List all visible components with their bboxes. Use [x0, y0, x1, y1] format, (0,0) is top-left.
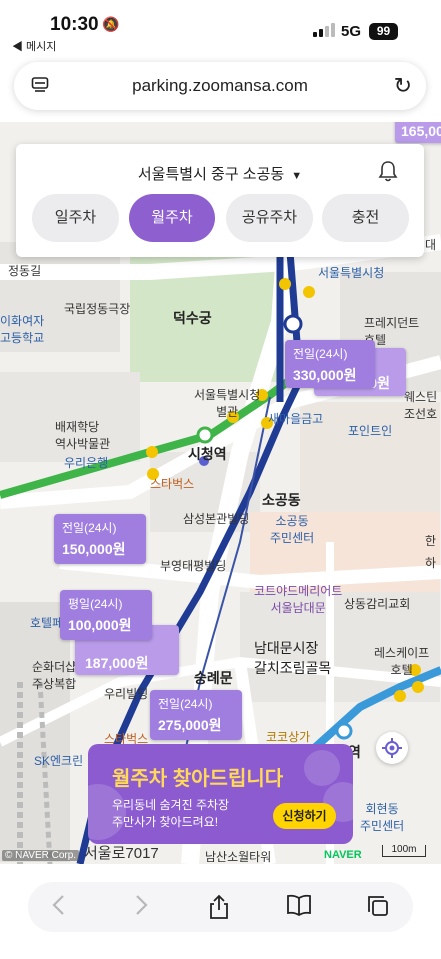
map-label: 숭례문 — [194, 670, 233, 686]
banner-subtitle-line: 주만사가 찾아드려요! — [112, 815, 219, 829]
back-to-app-link[interactable]: ◀ 메시지 — [12, 38, 56, 54]
map-label: 삼성본관빌딩 — [183, 512, 250, 526]
bookmarks-icon[interactable] — [286, 894, 312, 922]
browser-toolbar — [0, 864, 441, 959]
naver-logo: NAVER — [324, 849, 362, 861]
price-tag-period: 평일(24시) — [68, 597, 123, 611]
share-icon[interactable] — [208, 894, 230, 926]
tab-monthly-parking[interactable]: 월주차 — [129, 194, 215, 242]
browser-address-area: parking.zoomansa.com ↻ — [0, 56, 441, 122]
clock: 10:30 — [50, 14, 99, 35]
price-tag-price: 330,000원 — [293, 367, 357, 383]
map-label: SK엔크린 — [34, 754, 84, 768]
map-label: 우리빌딩 — [104, 687, 149, 701]
map-label: 레스케이프 호텔 — [374, 646, 430, 677]
map-label: 이화여자 고등학교 — [0, 314, 45, 345]
map-label: 대 — [425, 238, 437, 252]
map-label: 정동길 — [8, 264, 42, 278]
promo-banner[interactable]: 월주차 찾아드립니다 우리동네 숨겨진 주차장 주만사가 찾아드려요! 신청하기 — [88, 744, 353, 844]
map-label: 스타벅스 — [150, 477, 195, 491]
price-tag-corner[interactable]: 165,00 — [395, 122, 441, 143]
map-label: 우리은행 — [64, 456, 109, 470]
map-label: 국립정동극장 — [64, 302, 131, 316]
url-text: parking.zoomansa.com — [132, 76, 308, 95]
map-label: 상동감리교회 — [344, 597, 411, 611]
status-bar: 10:30 🔕 ◀ 메시지 5G 99 — [0, 0, 441, 56]
tab-daily-parking[interactable]: 일주차 — [32, 194, 119, 242]
price-tag-price: 275,000원 — [158, 717, 222, 733]
location-label: 서울특별시 중구 소공동 — [137, 166, 285, 183]
price-tag[interactable]: 전일(24시) 150,000원 — [54, 514, 146, 564]
battery-icon: 99 — [369, 23, 398, 40]
map-label: 배재학당 역사박물관 — [55, 420, 111, 451]
map-label: 시청역 — [188, 446, 227, 462]
caret-down-icon: ▼ — [291, 170, 303, 182]
tabs-icon[interactable] — [366, 894, 390, 924]
map-label: 덕수궁 — [173, 310, 212, 326]
map-label: 한 — [425, 534, 437, 548]
back-icon[interactable] — [51, 894, 67, 922]
decor-circle — [304, 750, 340, 786]
map-label: 소공동 — [262, 492, 301, 508]
reload-icon[interactable]: ↻ — [394, 73, 412, 99]
crosshair-icon — [382, 738, 402, 758]
map-label: 남산소월타워 — [205, 850, 272, 864]
map-scale: 100m — [382, 845, 426, 857]
price-tag[interactable]: 전일(24시) 275,000원 — [150, 690, 242, 740]
map-copyright: © NAVER Corp. — [2, 850, 80, 861]
my-location-button[interactable] — [376, 732, 408, 764]
map-label: 코코상가 — [266, 730, 311, 744]
price-tag-price: 187,000원 — [85, 655, 149, 671]
price-tag-period: 전일(24시) — [158, 697, 213, 711]
tab-shared-parking[interactable]: 공유주차 — [226, 194, 313, 242]
map-label: 서울특별시청 — [318, 266, 385, 280]
map-label: 포인트인 — [348, 424, 393, 438]
price-tag-price: 150,000원 — [62, 541, 126, 557]
price-tag[interactable]: 평일(24시) 100,000원 — [60, 590, 152, 640]
banner-subtitle-line: 우리동네 숨겨진 주차장 — [112, 798, 230, 812]
price-tag-period: 전일(24시) — [62, 521, 117, 535]
map-label: 서울특별시청 별관 — [194, 388, 261, 419]
map-label: 회현동 주민센터 — [360, 802, 405, 833]
tab-ev-charging[interactable]: 충전 — [322, 194, 409, 242]
apply-button[interactable]: 신청하기 — [273, 803, 336, 829]
banner-title: 월주차 찾아드립니다 — [112, 768, 284, 790]
map-label: 웨스틴 조선호 — [404, 390, 438, 421]
network-label: 5G — [341, 23, 362, 40]
price-tag[interactable]: 전일(24시) 330,000원 — [285, 340, 375, 388]
map-label: 새마을금고 — [268, 412, 324, 426]
banner-subtitle: 우리동네 숨겨진 주차장 주만사가 찾아드려요! — [112, 797, 229, 831]
map-label: 소공동 주민센터 — [270, 514, 315, 545]
forward-icon[interactable] — [133, 894, 149, 922]
address-bar[interactable]: parking.zoomansa.com ↻ — [14, 62, 426, 110]
map-label: 부영태평빌딩 — [160, 559, 227, 573]
location-selector[interactable]: 서울특별시 중구 소공동 ▼ — [16, 163, 424, 184]
filter-card: 서울특별시 중구 소공동 ▼ 일주차 월주차 공유주차 충전 — [16, 144, 424, 257]
map-label: 순화더샵 주상복합 — [32, 660, 77, 691]
price-tag-period: 전일(24시) — [293, 347, 348, 361]
bell-icon[interactable] — [378, 160, 398, 187]
map-label: 하 — [425, 556, 437, 570]
price-tag-price: 100,000원 — [68, 617, 132, 633]
signal-icon — [313, 23, 335, 37]
map-label: 코트야드메리어트 서울남대문 — [254, 584, 343, 615]
map-label: 남대문시장 갈치조림골목 — [254, 640, 332, 676]
silent-bell-icon: 🔕 — [102, 16, 120, 32]
price-tag-price: 165,00 — [401, 123, 441, 139]
map-label: 호텔페 — [30, 616, 64, 630]
map-label: 서울로7017 — [84, 845, 159, 862]
